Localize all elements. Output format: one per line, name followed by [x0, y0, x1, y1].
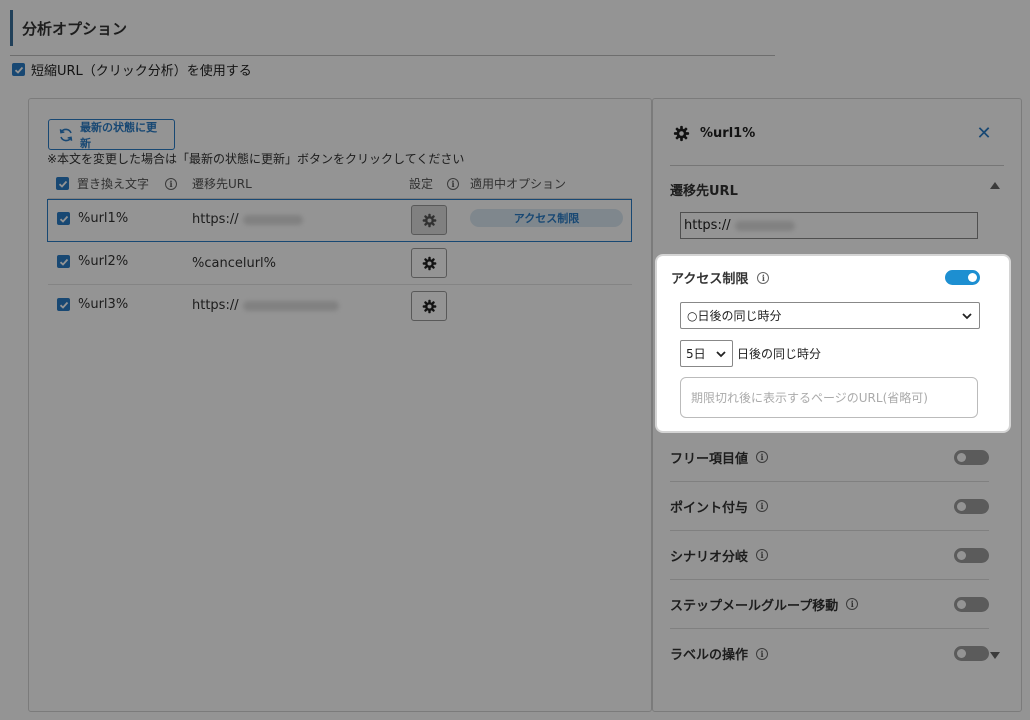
expired-page-url-input[interactable]: 期限切れ後に表示するページのURL(省略可)	[680, 377, 978, 418]
access-restriction-label: アクセス制限	[671, 272, 749, 287]
chevron-down-icon	[716, 350, 726, 357]
expired-page-url-placeholder: 期限切れ後に表示するページのURL(省略可)	[691, 391, 928, 405]
days-select[interactable]: 5日	[680, 340, 733, 367]
info-icon[interactable]: i	[757, 271, 770, 284]
access-restriction-header: アクセス制限 i	[671, 268, 770, 287]
chevron-down-icon	[962, 312, 972, 319]
days-row: 5日 日後の同じ時分	[680, 340, 821, 367]
days-value: 5日	[686, 347, 706, 361]
access-restriction-card: アクセス制限 i ○日後の同じ時分 5日 日後の同じ時分 期限切れ後に表示するペ…	[657, 256, 1009, 431]
expiry-mode-select[interactable]: ○日後の同じ時分	[680, 302, 980, 329]
expiry-mode-value: ○日後の同じ時分	[687, 309, 782, 323]
days-suffix: 日後の同じ時分	[737, 347, 822, 361]
access-restriction-toggle[interactable]	[945, 270, 980, 285]
